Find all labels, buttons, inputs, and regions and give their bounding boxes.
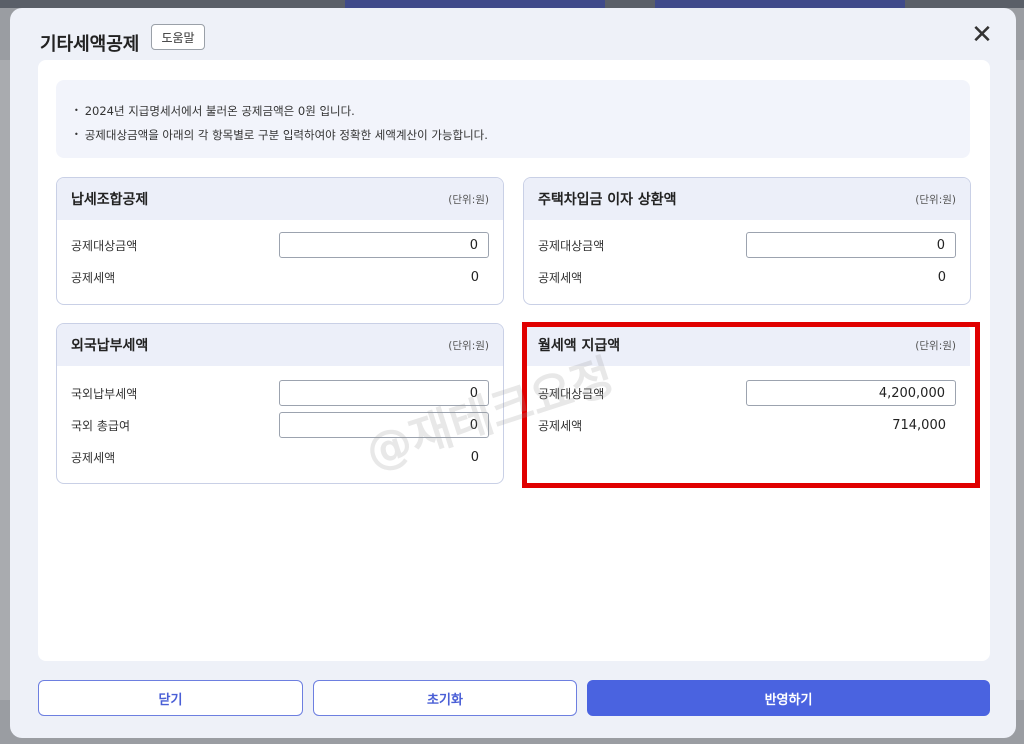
deduction-tax-row: 공제세액 0 xyxy=(71,264,489,290)
reset-button[interactable]: 초기화 xyxy=(313,680,577,716)
unit-label: (단위:원) xyxy=(448,339,489,352)
deduction-tax-value: 0 xyxy=(470,269,479,285)
notice-line: 공제대상금액을 아래의 각 항목별로 구분 입력하여야 정확한 세액계산이 가능… xyxy=(74,124,950,148)
close-button[interactable]: 닫기 xyxy=(38,680,303,716)
card-header: 납세조합공제 (단위:원) xyxy=(57,178,503,220)
card-header: 주택차입금 이자 상환액 (단위:원) xyxy=(524,178,970,220)
card-title: 주택차입금 이자 상환액 xyxy=(538,192,677,208)
deduction-tax-label: 공제세액 xyxy=(71,270,116,285)
foreign-salary-label: 국외 총급여 xyxy=(71,418,131,433)
deduction-target-row: 공제대상금액 xyxy=(71,232,489,258)
deduction-tax-label: 공제세액 xyxy=(538,270,583,285)
card-header: 월세액 지급액 (단위:원) xyxy=(524,324,970,366)
foreign-paid-input[interactable] xyxy=(279,380,489,406)
deduction-tax-row: 공제세액 0 xyxy=(538,264,956,290)
deduction-target-row: 공제대상금액 xyxy=(538,380,956,406)
card-header: 외국납부세액 (단위:원) xyxy=(57,324,503,366)
deduction-tax-value: 0 xyxy=(470,449,479,465)
notice-line: 2024년 지급명세서에서 불러온 공제금액은 0원 입니다. xyxy=(74,100,950,124)
deduction-target-input[interactable] xyxy=(746,232,956,258)
foreign-salary-row: 국외 총급여 xyxy=(71,412,489,438)
card-title: 외국납부세액 xyxy=(71,338,149,354)
deduction-tax-label: 공제세액 xyxy=(71,450,116,465)
card-title: 납세조합공제 xyxy=(71,192,149,208)
deduction-target-label: 공제대상금액 xyxy=(538,238,605,253)
background-tab xyxy=(655,0,905,8)
deduction-target-input[interactable] xyxy=(746,380,956,406)
deduction-tax-value: 0 xyxy=(937,269,946,285)
unit-label: (단위:원) xyxy=(915,193,956,206)
notice-box: 2024년 지급명세서에서 불러온 공제금액은 0원 입니다. 공제대상금액을 … xyxy=(56,80,970,158)
foreign-paid-row: 국외납부세액 xyxy=(71,380,489,406)
close-icon[interactable]: ✕ xyxy=(968,21,996,49)
other-tax-credit-modal: 기타세액공제 도움말 ✕ 2024년 지급명세서에서 불러온 공제금액은 0원 … xyxy=(10,8,1016,738)
tax-union-card: 납세조합공제 (단위:원) 공제대상금액 공제세액 0 xyxy=(56,177,504,305)
foreign-tax-card: 외국납부세액 (단위:원) 국외납부세액 국외 총급여 공제세액 0 xyxy=(56,323,504,484)
housing-loan-card: 주택차입금 이자 상환액 (단위:원) 공제대상금액 공제세액 0 xyxy=(523,177,971,305)
deduction-target-label: 공제대상금액 xyxy=(538,386,605,401)
unit-label: (단위:원) xyxy=(915,339,956,352)
deduction-tax-value: 714,000 xyxy=(892,417,946,433)
background-tab xyxy=(345,0,605,8)
deduction-target-label: 공제대상금액 xyxy=(71,238,138,253)
modal-title: 기타세액공제 xyxy=(40,34,140,55)
deduction-tax-label: 공제세액 xyxy=(538,418,583,433)
help-button[interactable]: 도움말 xyxy=(151,24,205,50)
deduction-target-input[interactable] xyxy=(279,232,489,258)
deduction-tax-row: 공제세액 0 xyxy=(71,444,489,470)
deduction-tax-row: 공제세액 714,000 xyxy=(538,412,956,438)
apply-button[interactable]: 반영하기 xyxy=(587,680,990,716)
deduction-target-row: 공제대상금액 xyxy=(538,232,956,258)
background-left-column xyxy=(0,60,10,700)
unit-label: (단위:원) xyxy=(448,193,489,206)
modal-content: 2024년 지급명세서에서 불러온 공제금액은 0원 입니다. 공제대상금액을 … xyxy=(38,60,990,661)
foreign-paid-label: 국외납부세액 xyxy=(71,386,138,401)
foreign-salary-input[interactable] xyxy=(279,412,489,438)
card-title: 월세액 지급액 xyxy=(538,338,621,354)
monthly-rent-card: 월세액 지급액 (단위:원) 공제대상금액 공제세액 714,000 xyxy=(523,323,971,484)
